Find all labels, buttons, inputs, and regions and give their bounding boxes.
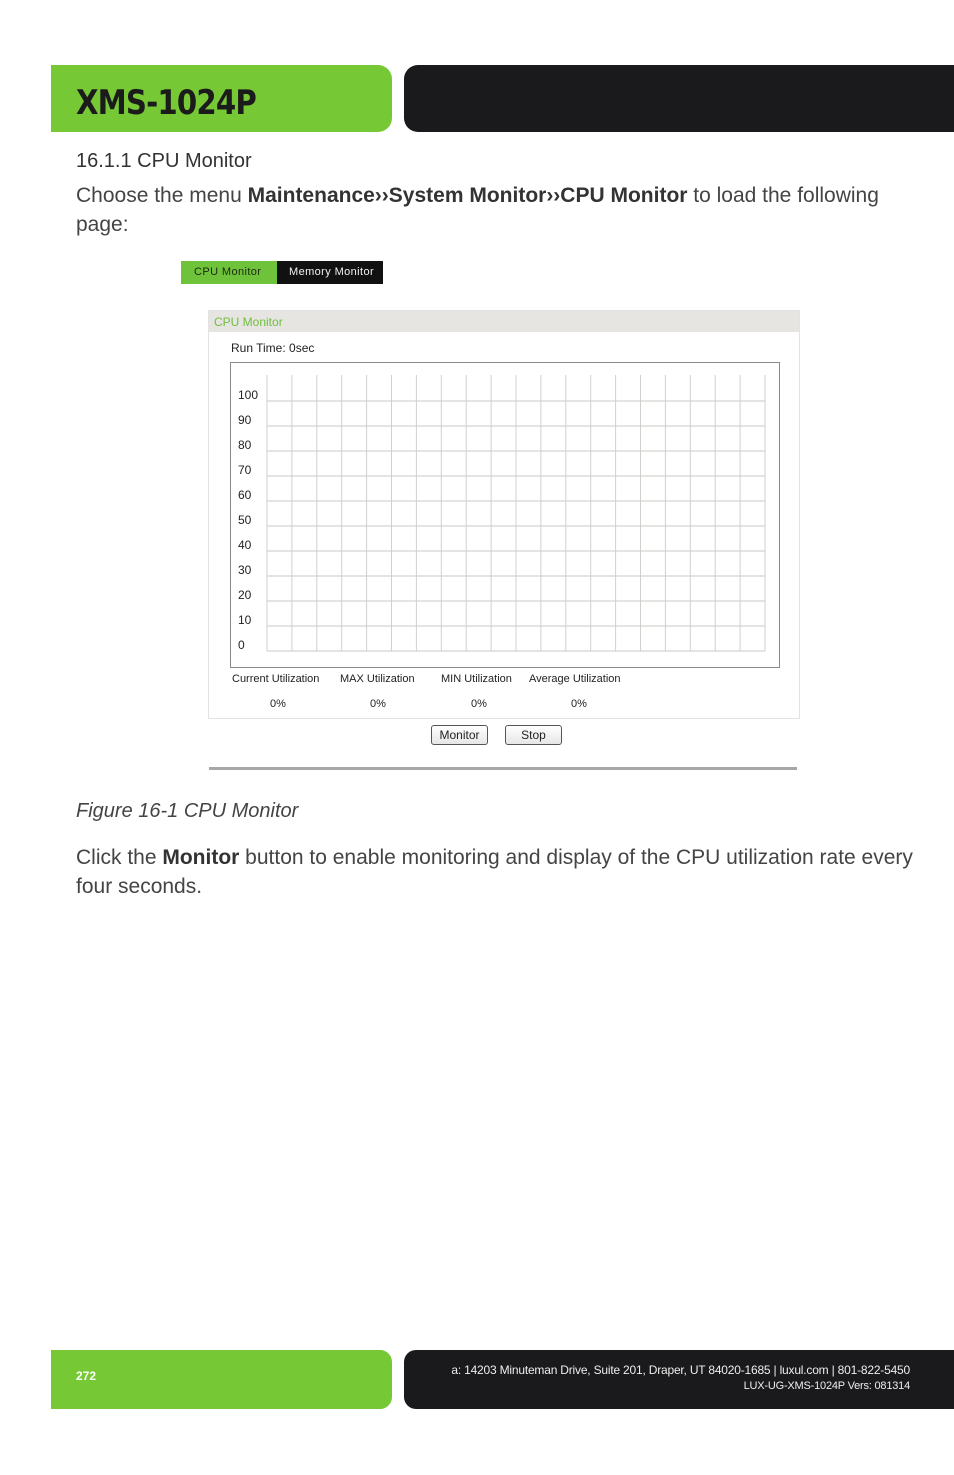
figure-divider (209, 767, 797, 770)
chart-svg: 1009080706050403020100 (238, 375, 766, 652)
section-title: 16.1.1 CPU Monitor (76, 150, 252, 172)
body-text: Click the (76, 846, 163, 869)
footer-page-bar: 272 (51, 1350, 392, 1409)
stat-label-min: MIN Utilization (441, 673, 512, 685)
y-tick-label: 30 (238, 563, 252, 577)
header-dark-bar (404, 65, 954, 132)
intro-paragraph: Choose the menu Maintenance››System Moni… (76, 181, 916, 239)
y-tick-label: 80 (238, 438, 252, 452)
y-tick-label: 10 (238, 613, 252, 627)
intro-text: Choose the menu (76, 184, 248, 207)
stat-label-max: MAX Utilization (340, 673, 415, 685)
tab-cpu-monitor[interactable]: CPU Monitor (181, 261, 277, 284)
stat-value-min: 0% (471, 698, 487, 710)
cpu-chart: 100 90 80 70 60 50 40 30 20 10 0 (230, 362, 780, 668)
stat-value-max: 0% (370, 698, 386, 710)
monitor-emphasis: Monitor (162, 846, 240, 869)
run-time: Run Time: 0sec (231, 341, 315, 355)
stat-value-average: 0% (571, 698, 587, 710)
tab-memory-monitor[interactable]: Memory Monitor (277, 261, 383, 284)
cpu-monitor-panel: CPU Monitor Run Time: 0sec 100 90 80 70 60 50… (208, 310, 800, 719)
monitor-button[interactable]: Monitor (431, 725, 488, 745)
monitor-tabs: CPU Monitor Memory Monitor (181, 261, 383, 284)
stat-label-average: Average Utilization (529, 673, 621, 685)
y-tick-label: 90 (238, 413, 252, 427)
y-tick-label: 20 (238, 588, 252, 602)
stop-button[interactable]: Stop (505, 725, 562, 745)
header-product-bar: XMS-1024P (51, 65, 392, 132)
menu-path: Maintenance››System Monitor››CPU Monitor (247, 184, 688, 207)
y-tick-label: 100 (238, 388, 258, 402)
body-paragraph: Click the Monitor button to enable monit… (76, 843, 916, 901)
figure-caption: Figure 16-1 CPU Monitor (76, 800, 299, 822)
y-tick-label: 0 (238, 638, 245, 652)
product-title: XMS-1024P (76, 83, 257, 123)
panel-title: CPU Monitor (209, 311, 799, 332)
y-tick-label: 70 (238, 463, 252, 477)
footer-contact-bar: a: 14203 Minuteman Drive, Suite 201, Dra… (404, 1350, 954, 1409)
page-number: 272 (76, 1369, 97, 1383)
footer-address: a: 14203 Minuteman Drive, Suite 201, Dra… (451, 1363, 910, 1377)
stat-value-current: 0% (270, 698, 286, 710)
stat-label-current: Current Utilization (232, 673, 320, 685)
y-tick-label: 40 (238, 538, 252, 552)
y-tick-label: 60 (238, 488, 252, 502)
footer-doc-id: LUX-UG-XMS-1024P Vers: 081314 (743, 1380, 911, 1392)
y-tick-label: 50 (238, 513, 252, 527)
